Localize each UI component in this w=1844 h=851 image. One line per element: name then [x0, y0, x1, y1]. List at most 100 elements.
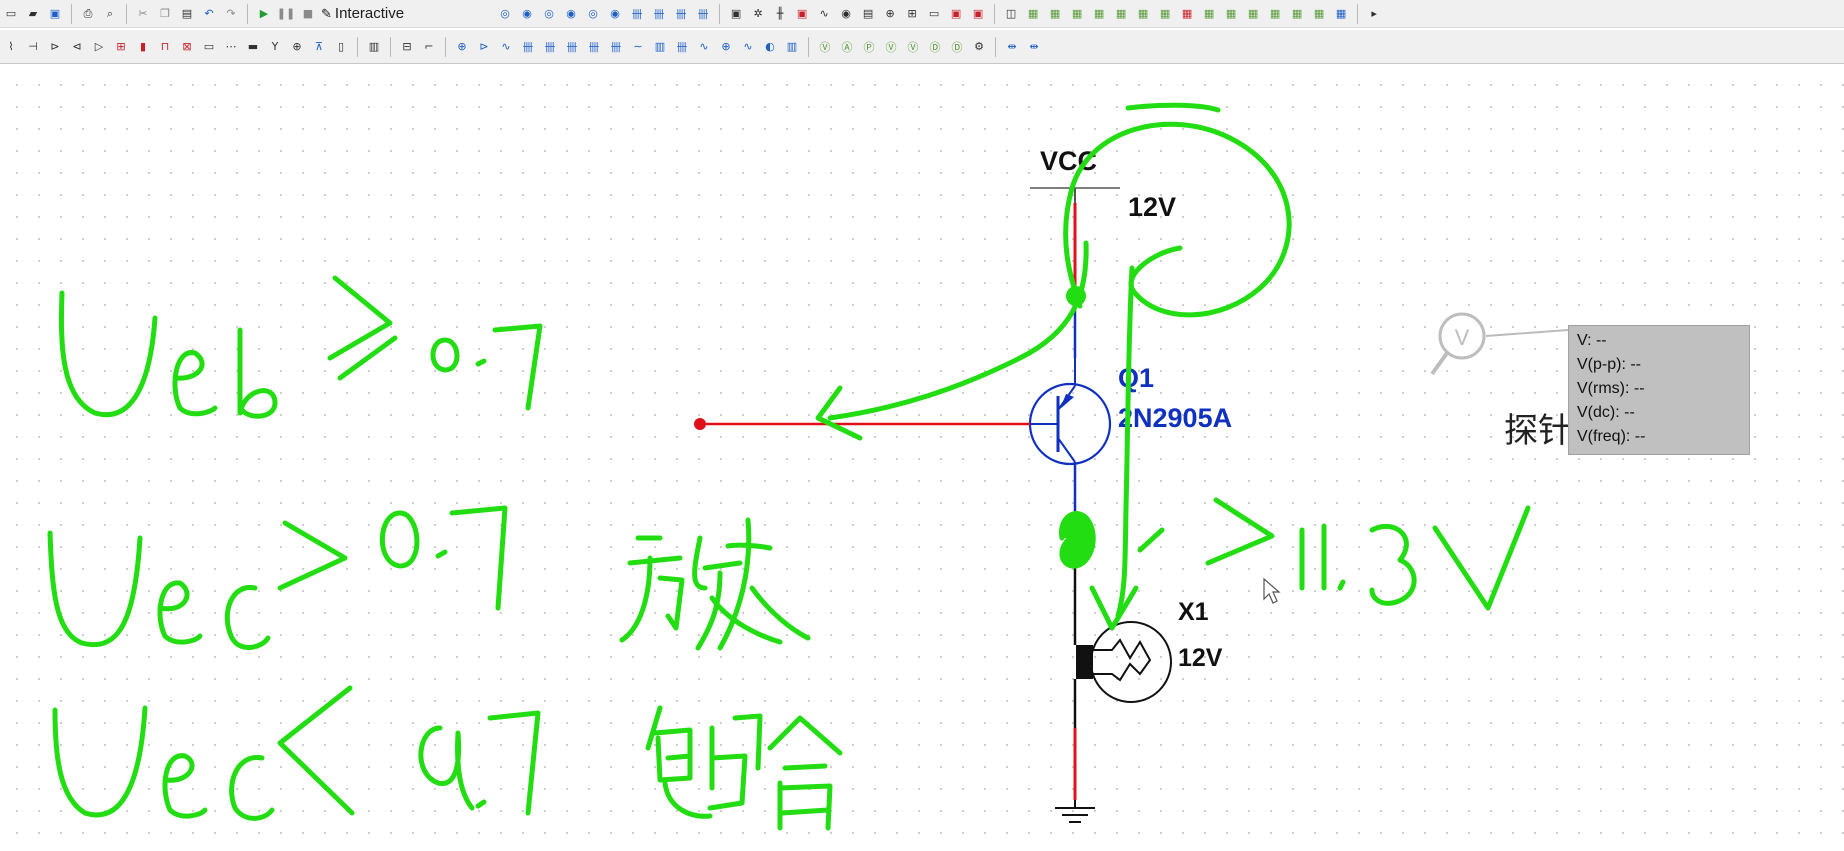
indicator-icon[interactable]: ▭ — [199, 37, 219, 57]
schematic-canvas[interactable]: V VCC 12V Q1 2N2905A X1 12V 探针 V: -- V(p… — [0, 68, 1844, 851]
instrument-icon[interactable]: ⊕ — [716, 37, 736, 57]
probe-icon[interactable]: Ⓟ — [859, 37, 879, 57]
analog-icon[interactable]: ▷ — [89, 37, 109, 57]
analysis-icon[interactable]: ╫ — [770, 4, 790, 24]
lamp-x1[interactable] — [1090, 621, 1172, 703]
rf-icon[interactable]: Y — [265, 37, 285, 57]
analysis-icon[interactable]: ▣ — [946, 4, 966, 24]
print-preview-icon[interactable]: ⌕ — [100, 4, 120, 24]
cut-icon[interactable]: ✂ — [133, 4, 153, 24]
design-icon[interactable]: ▦ — [1067, 4, 1087, 24]
probe-icon[interactable]: Ⓓ — [947, 37, 967, 57]
diode-icon[interactable]: ⊳ — [45, 37, 65, 57]
misc-icon[interactable]: ⋯ — [221, 37, 241, 57]
instrument-icon[interactable]: ∿ — [694, 37, 714, 57]
instrument-icon[interactable]: 卌 — [627, 4, 647, 24]
ttl-icon[interactable]: ⊞ — [111, 37, 131, 57]
instrument-icon[interactable]: ⊳ — [474, 37, 494, 57]
instrument-icon[interactable]: ◉ — [561, 4, 581, 24]
run-simulation-icon[interactable]: ▶ — [254, 4, 274, 24]
design-icon[interactable]: ▦ — [1155, 4, 1175, 24]
instrument-icon[interactable]: 卌 — [672, 37, 692, 57]
hierarchical-block-icon[interactable]: ⊟ — [397, 37, 417, 57]
instrument-icon[interactable]: ▥ — [782, 37, 802, 57]
misc-digital-icon[interactable]: ⊓ — [155, 37, 175, 57]
instrument-icon[interactable]: ◎ — [495, 4, 515, 24]
mcu-icon[interactable]: ▥ — [364, 37, 384, 57]
analysis-icon[interactable]: ▣ — [968, 4, 988, 24]
undo-icon[interactable]: ↶ — [199, 4, 219, 24]
instrument-icon[interactable]: ◎ — [583, 4, 603, 24]
electromechanical-icon[interactable]: ⊕ — [287, 37, 307, 57]
probe-icon[interactable]: Ⓥ — [815, 37, 835, 57]
cmos-icon[interactable]: ▮ — [133, 37, 153, 57]
design-icon[interactable]: ▦ — [1045, 4, 1065, 24]
design-icon[interactable]: ◫ — [1001, 4, 1021, 24]
design-icon[interactable]: ▦ — [1287, 4, 1307, 24]
analysis-icon[interactable]: ⊞ — [902, 4, 922, 24]
instrument-icon[interactable]: ∿ — [738, 37, 758, 57]
simulation-mode-button[interactable]: ✎ Interactive — [321, 5, 404, 22]
probe-settings-icon[interactable]: ⚙ — [969, 37, 989, 57]
instrument-icon[interactable]: 卌 — [540, 37, 560, 57]
design-icon[interactable]: ▦ — [1309, 4, 1329, 24]
redo-icon[interactable]: ↷ — [221, 4, 241, 24]
design-icon[interactable]: ▦ — [1243, 4, 1263, 24]
probe-readout-panel[interactable]: V: -- V(p-p): -- V(rms): -- V(dc): -- V(… — [1568, 325, 1750, 455]
pause-simulation-icon[interactable]: ❚❚ — [276, 4, 296, 24]
transistor-icon[interactable]: ⊲ — [67, 37, 87, 57]
instrument-icon[interactable]: ∿ — [496, 37, 516, 57]
design-icon[interactable]: ▦ — [1089, 4, 1109, 24]
analysis-icon[interactable]: ▣ — [792, 4, 812, 24]
design-icon[interactable]: ▦ — [1265, 4, 1285, 24]
instrument-icon[interactable]: ◉ — [517, 4, 537, 24]
save-icon[interactable]: ▣ — [45, 4, 65, 24]
expand-icon[interactable]: ▸ — [1364, 4, 1384, 24]
labview-icon[interactable]: ⇹ — [1002, 37, 1022, 57]
source-icon[interactable]: ⊣ — [23, 37, 43, 57]
analysis-icon[interactable]: ▭ — [924, 4, 944, 24]
instrument-icon[interactable]: ◉ — [605, 4, 625, 24]
analysis-icon[interactable]: ◉ — [836, 4, 856, 24]
instrument-icon[interactable]: 卌 — [606, 37, 626, 57]
connector-icon[interactable]: ▯ — [331, 37, 351, 57]
instrument-icon[interactable]: 卌 — [671, 4, 691, 24]
labview-icon[interactable]: ⇹ — [1024, 37, 1044, 57]
instrument-icon[interactable]: 卌 — [562, 37, 582, 57]
instrument-icon[interactable]: 卌 — [584, 37, 604, 57]
bus-icon[interactable]: ⌐ — [419, 37, 439, 57]
ni-component-icon[interactable]: ⊼ — [309, 37, 329, 57]
print-icon[interactable]: ⎙ — [78, 4, 98, 24]
new-file-icon[interactable]: ▭ — [1, 4, 21, 24]
analysis-icon[interactable]: ▣ — [726, 4, 746, 24]
instrument-icon[interactable]: 卌 — [649, 4, 669, 24]
design-icon[interactable]: ▦ — [1111, 4, 1131, 24]
design-icon[interactable]: ▦ — [1221, 4, 1241, 24]
probe-icon[interactable]: Ⓓ — [925, 37, 945, 57]
analysis-icon[interactable]: ⊕ — [880, 4, 900, 24]
copy-icon[interactable]: ❐ — [155, 4, 175, 24]
instrument-icon[interactable]: ▥ — [650, 37, 670, 57]
paste-icon[interactable]: ▤ — [177, 4, 197, 24]
design-icon[interactable]: ▦ — [1199, 4, 1219, 24]
probe-icon[interactable]: Ⓥ — [881, 37, 901, 57]
base-terminal-node[interactable] — [694, 418, 706, 430]
design-icon[interactable]: ▦ — [1331, 4, 1351, 24]
mixed-icon[interactable]: ⊠ — [177, 37, 197, 57]
analysis-icon[interactable]: ▤ — [858, 4, 878, 24]
resistor-icon[interactable]: ⌇ — [1, 37, 21, 57]
analysis-icon[interactable]: ∿ — [814, 4, 834, 24]
gear-icon[interactable]: ✲ — [748, 4, 768, 24]
instrument-icon[interactable]: 卌 — [693, 4, 713, 24]
instrument-icon[interactable]: ◐ — [760, 37, 780, 57]
design-icon[interactable]: ▦ — [1177, 4, 1197, 24]
instrument-icon[interactable]: ◎ — [539, 4, 559, 24]
instrument-icon[interactable]: ⊕ — [452, 37, 472, 57]
probe-icon[interactable]: Ⓥ — [903, 37, 923, 57]
stop-simulation-icon[interactable]: ■ — [298, 4, 318, 24]
design-icon[interactable]: ▦ — [1133, 4, 1153, 24]
power-icon[interactable]: ▬ — [243, 37, 263, 57]
probe-icon[interactable]: Ⓐ — [837, 37, 857, 57]
instrument-icon[interactable]: ∼ — [628, 37, 648, 57]
design-icon[interactable]: ▦ — [1023, 4, 1043, 24]
